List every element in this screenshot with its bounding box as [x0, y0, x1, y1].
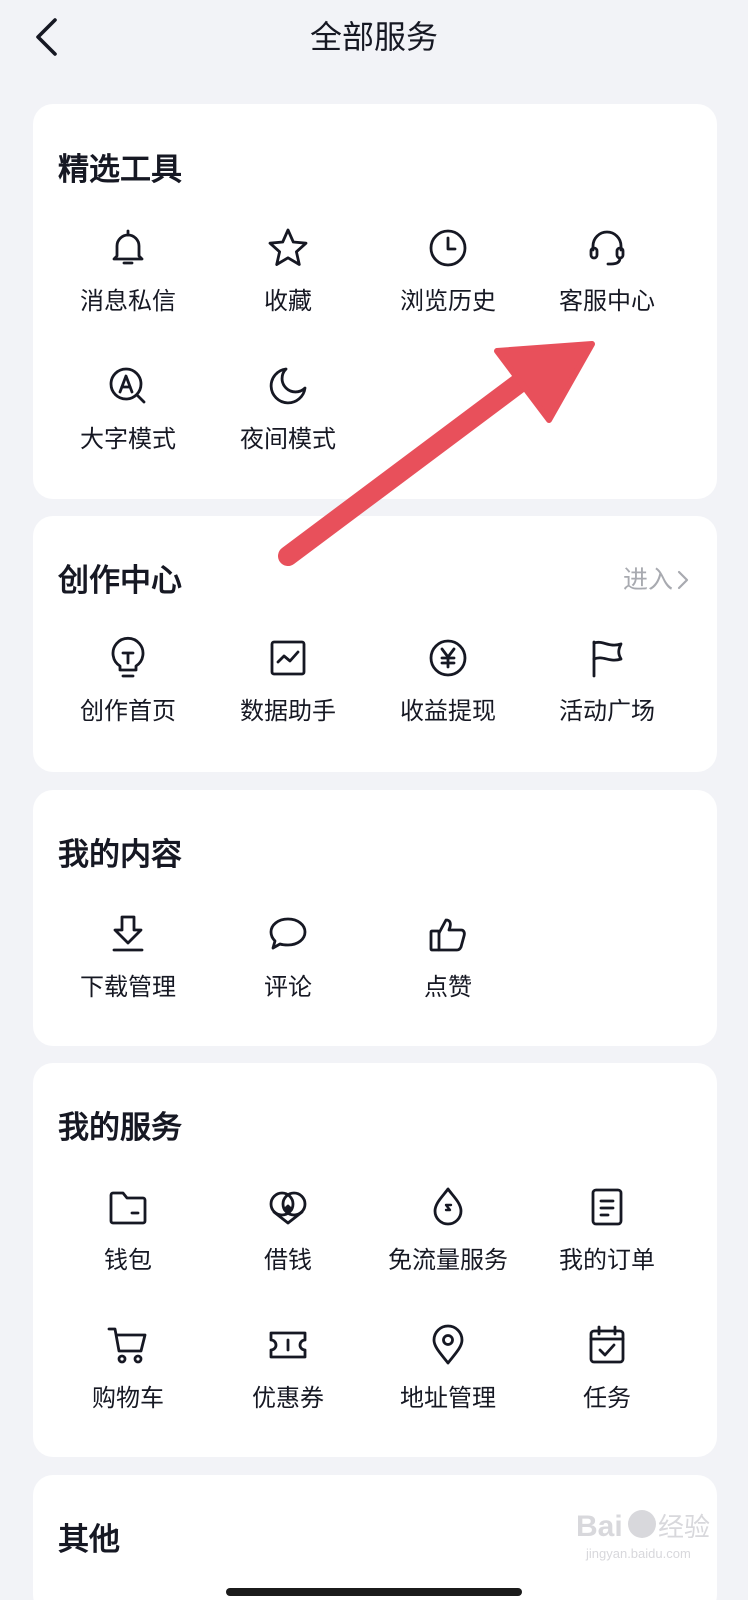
- page-title: 全部服务: [309, 18, 438, 56]
- coupon-icon: [264, 1321, 312, 1369]
- wallet-icon: [104, 1183, 152, 1231]
- service-item-large-font[interactable]: 大字模式: [48, 362, 208, 472]
- zoom-a-icon: [104, 362, 152, 410]
- item-label: 购物车: [92, 1384, 164, 1412]
- header: 全部服务: [0, 0, 748, 76]
- svg-text:Bai: Bai: [576, 1510, 623, 1543]
- service-item-free-data[interactable]: 免流量服务: [368, 1183, 528, 1293]
- item-label: 点赞: [424, 973, 472, 1001]
- service-item-earnings[interactable]: 收益提现: [368, 634, 528, 744]
- all-services-page: 全部服务 精选工具 消息私信 收藏 浏览历史 客服中心 大字模式 夜间模式 创作…: [0, 0, 748, 1600]
- service-item-wallet[interactable]: 钱包: [48, 1183, 208, 1293]
- calendar-check-icon: [583, 1321, 631, 1369]
- service-item-messages[interactable]: 消息私信: [48, 224, 208, 334]
- thumbs-up-icon: [424, 910, 472, 958]
- item-label: 大字模式: [80, 425, 176, 453]
- chart-icon: [264, 634, 312, 682]
- item-label: 下载管理: [80, 973, 176, 1001]
- section-title: 我的内容: [58, 837, 182, 873]
- item-label: 优惠券: [252, 1384, 324, 1412]
- item-label: 免流量服务: [388, 1246, 508, 1274]
- section-title: 创作中心: [58, 563, 182, 599]
- bell-icon: [104, 224, 152, 272]
- featured-tools-card: 精选工具 消息私信 收藏 浏览历史 客服中心 大字模式 夜间模式: [33, 104, 717, 499]
- item-label: 地址管理: [400, 1384, 496, 1412]
- watermark-logo: Bai 经验 jingyan.baidu.com: [576, 1510, 710, 1561]
- service-item-customer-service[interactable]: 客服中心: [527, 224, 687, 334]
- item-label: 我的订单: [559, 1246, 655, 1274]
- item-label: 数据助手: [240, 697, 336, 725]
- loan-icon: [264, 1183, 312, 1231]
- item-label: 活动广场: [559, 697, 655, 725]
- item-label: 消息私信: [80, 287, 176, 315]
- service-item-likes[interactable]: 点赞: [368, 910, 528, 1020]
- svg-text:经验: 经验: [658, 1512, 710, 1542]
- my-services-card: 我的服务 钱包 借钱 免流量服务 我的订单 购物车 优惠券 地址管理 任务: [33, 1063, 717, 1457]
- home-indicator[interactable]: [226, 1588, 522, 1596]
- lightbulb-icon: [104, 634, 152, 682]
- my-content-card: 我的内容 下载管理 评论 点赞: [33, 790, 717, 1046]
- creator-center-card: 创作中心 进入 创作首页 数据助手 收益提现 活动广场: [33, 516, 717, 772]
- item-label: 浏览历史: [400, 287, 496, 315]
- item-label: 任务: [583, 1384, 631, 1412]
- chevron-right-icon: [677, 570, 689, 590]
- enter-link-label: 进入: [622, 565, 673, 594]
- download-icon: [104, 910, 152, 958]
- section-title: 其他: [58, 1522, 120, 1558]
- service-item-creator-home[interactable]: 创作首页: [48, 634, 208, 744]
- location-pin-icon: [424, 1321, 472, 1369]
- service-item-tasks[interactable]: 任务: [527, 1321, 687, 1431]
- section-title: 我的服务: [58, 1110, 182, 1146]
- service-item-downloads[interactable]: 下载管理: [48, 910, 208, 1020]
- moon-icon: [264, 362, 312, 410]
- section-title: 精选工具: [58, 152, 182, 188]
- enter-link[interactable]: 进入: [623, 562, 689, 598]
- item-label: 收益提现: [400, 697, 496, 725]
- service-item-orders[interactable]: 我的订单: [527, 1183, 687, 1293]
- service-item-cart[interactable]: 购物车: [48, 1321, 208, 1431]
- headset-icon: [583, 224, 631, 272]
- star-icon: [264, 224, 312, 272]
- yen-icon: [424, 634, 472, 682]
- service-item-favorites[interactable]: 收藏: [208, 224, 368, 334]
- cart-icon: [104, 1321, 152, 1369]
- service-item-night-mode[interactable]: 夜间模式: [208, 362, 368, 472]
- service-item-comments[interactable]: 评论: [208, 910, 368, 1020]
- item-label: 客服中心: [559, 287, 655, 315]
- order-icon: [583, 1183, 631, 1231]
- flag-icon: [583, 634, 631, 682]
- item-label: 夜间模式: [240, 425, 336, 453]
- data-drop-icon: [424, 1183, 472, 1231]
- service-item-history[interactable]: 浏览历史: [368, 224, 528, 334]
- service-item-coupons[interactable]: 优惠券: [208, 1321, 368, 1431]
- item-label: 评论: [264, 973, 312, 1001]
- item-label: 借钱: [264, 1246, 312, 1274]
- svg-text:jingyan.baidu.com: jingyan.baidu.com: [585, 1546, 691, 1561]
- service-item-events[interactable]: 活动广场: [527, 634, 687, 744]
- service-item-data-assistant[interactable]: 数据助手: [208, 634, 368, 744]
- comment-icon: [264, 910, 312, 958]
- service-item-loan[interactable]: 借钱: [208, 1183, 368, 1293]
- service-item-address[interactable]: 地址管理: [368, 1321, 528, 1431]
- item-label: 创作首页: [80, 697, 176, 725]
- item-label: 钱包: [104, 1246, 152, 1274]
- clock-icon: [424, 224, 472, 272]
- item-label: 收藏: [264, 287, 312, 315]
